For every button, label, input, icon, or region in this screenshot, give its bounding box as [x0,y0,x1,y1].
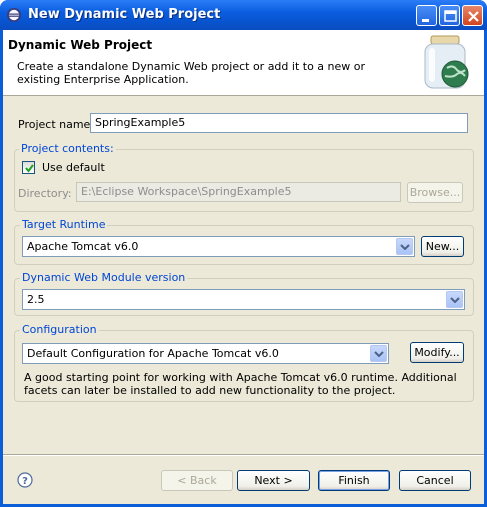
title-bar[interactable]: New Dynamic Web Project [0,0,487,30]
configuration-title: Configuration [20,323,99,336]
target-runtime-select[interactable]: Apache Tomcat v6.0 [22,236,415,257]
maximize-icon [444,10,457,22]
help-icon[interactable]: ? [17,472,33,488]
svg-text:?: ? [22,476,28,487]
footer-separator [3,454,484,456]
back-button[interactable]: < Back [161,470,233,491]
close-icon [468,11,479,22]
banner-description: Create a standalone Dynamic Web project … [17,60,366,86]
minimize-icon [422,19,429,22]
dialog-window: New Dynamic Web Project Dynamic Web Proj… [0,0,487,507]
module-version-select[interactable]: 2.5 [22,289,465,310]
project-contents-group [14,149,474,212]
chevron-down-icon[interactable] [370,345,387,362]
eclipse-icon [6,7,22,23]
new-runtime-button[interactable]: New... [421,236,464,257]
window-title: New Dynamic Web Project [28,7,221,22]
configuration-select[interactable]: Default Configuration for Apache Tomcat … [22,343,389,364]
module-version-value: 2.5 [27,293,45,306]
module-version-title: Dynamic Web Module version [20,271,188,284]
next-button[interactable]: Next > [237,470,310,491]
project-name-label: Project name: [18,118,95,131]
finish-button[interactable]: Finish [318,470,390,491]
configuration-value: Default Configuration for Apache Tomcat … [27,347,279,360]
close-button[interactable] [462,5,483,26]
maximize-button[interactable] [439,5,460,26]
configuration-description: A good starting point for working with A… [24,371,457,397]
target-runtime-value: Apache Tomcat v6.0 [27,240,139,253]
target-runtime-title: Target Runtime [20,218,108,231]
project-name-input[interactable]: SpringExample5 [90,113,468,133]
browse-button[interactable]: Browse... [407,182,463,203]
checkmark-icon [25,164,34,173]
web-project-jar-icon [424,35,469,89]
wizard-banner: Dynamic Web Project Create a standalone … [3,30,484,96]
directory-input[interactable]: E:\Eclipse Workspace\SpringExample5 [76,182,401,202]
project-contents-title: Project contents: [19,142,116,155]
use-default-checkbox[interactable] [22,161,35,174]
dialog-client: Dynamic Web Project Create a standalone … [3,30,484,504]
cancel-button[interactable]: Cancel [399,470,471,491]
use-default-label: Use default [42,161,105,174]
banner-title: Dynamic Web Project [8,38,153,52]
chevron-down-icon[interactable] [446,291,463,308]
modify-button[interactable]: Modify... [410,342,464,363]
directory-label: Directory: [18,187,72,200]
chevron-down-icon[interactable] [396,238,413,255]
minimize-button[interactable] [416,5,437,26]
